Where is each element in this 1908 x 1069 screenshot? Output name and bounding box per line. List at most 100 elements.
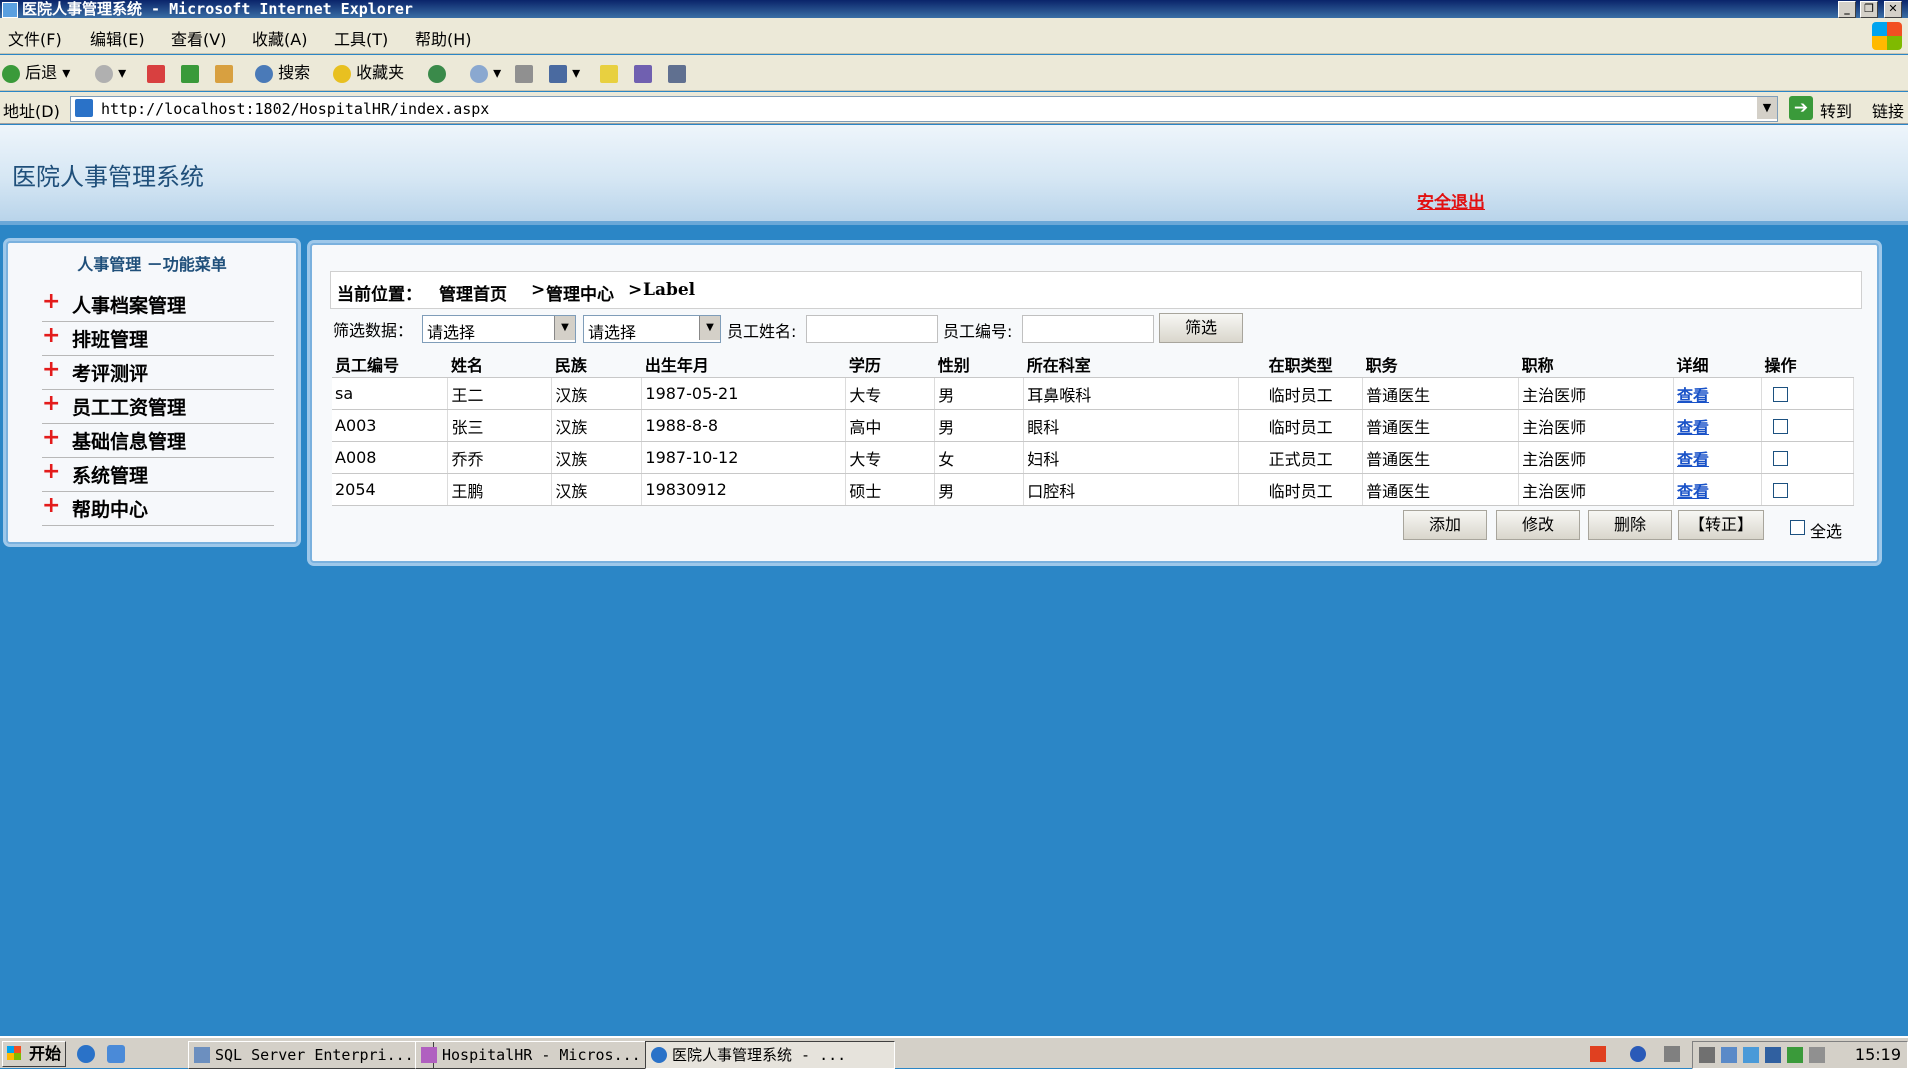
address-input[interactable]: http://localhost:1802/HospitalHR/index.a… [70,96,1778,122]
sidebar-item-evaluation[interactable]: + 考评测评 [42,356,274,390]
discuss-button[interactable] [600,61,618,85]
column-header: 职称 [1518,351,1674,378]
convert-button[interactable]: 【转正】 [1678,510,1764,540]
edit-button[interactable]: 修改 [1496,510,1580,540]
windows-logo-icon [1872,22,1902,50]
plus-icon: + [42,357,61,382]
plus-icon: + [42,459,61,484]
network-icon[interactable] [1664,1046,1680,1062]
cell-name: 王二 [447,377,553,410]
visual-studio-icon [421,1047,437,1063]
menu-help[interactable]: 帮助(H) [415,26,472,50]
tray-speaker-icon[interactable] [1721,1047,1737,1063]
back-button[interactable]: 后退 ▾ [2,61,70,85]
address-dropdown-icon[interactable]: ▼ [1757,97,1777,119]
go-button[interactable]: 转到 [1820,98,1852,122]
menu-bar: 文件(F) 编辑(E) 查看(V) 收藏(A) 工具(T) 帮助(H) [0,18,1908,54]
star-icon [333,64,351,83]
logout-link[interactable]: 安全退出 [1417,188,1485,213]
breadcrumb-center[interactable]: 管理中心 [546,280,614,305]
forward-button[interactable]: ▾ [95,61,126,85]
edit-page-button[interactable]: ▾ [549,61,580,85]
employee-name-input[interactable] [806,315,938,343]
chevron-down-icon: ▼ [699,316,720,340]
plus-icon: + [42,425,61,450]
filter-select-1[interactable]: 请选择 ▼ [422,315,576,343]
view-detail-link[interactable]: 查看 [1677,450,1709,469]
row-checkbox[interactable] [1772,419,1788,434]
view-detail-link[interactable]: 查看 [1677,386,1709,405]
go-arrow-icon[interactable]: ➔ [1789,96,1813,120]
tray-computer-icon[interactable] [1699,1047,1715,1063]
research-button[interactable] [668,61,686,85]
start-button[interactable]: 开始 [2,1041,66,1067]
filter-button[interactable]: 筛选 [1159,313,1243,343]
tray-device-icon[interactable] [1809,1047,1825,1063]
menu-edit[interactable]: 编辑(E) [90,26,145,50]
menu-favorites[interactable]: 收藏(A) [252,26,307,50]
cell-id: A008 [332,441,449,474]
ie-quicklaunch-icon[interactable] [77,1045,95,1063]
sidebar-item-system[interactable]: + 系统管理 [42,458,274,492]
view-detail-link[interactable]: 查看 [1677,418,1709,437]
search-button[interactable]: 搜索 [255,61,310,85]
sidebar-item-salary[interactable]: + 员工工资管理 [42,390,274,424]
restore-button[interactable]: ❐ [1860,1,1878,18]
sidebar-menu: 人事管理 －功能菜单 + 人事档案管理 + 排班管理 + 考评测评 + 员工工资… [6,241,298,544]
cell-department: 耳鼻喉科 [1023,377,1240,410]
task-visual-studio[interactable]: HospitalHR - Micros... [415,1041,665,1069]
tray-network-icon[interactable] [1743,1047,1759,1063]
close-button[interactable]: ✕ [1884,1,1902,18]
sidebar-item-scheduling[interactable]: + 排班管理 [42,322,274,356]
taskbar: 开始 SQL Server Enterpri... HospitalHR - M… [0,1036,1908,1069]
sidebar-item-help[interactable]: + 帮助中心 [42,492,274,526]
add-button[interactable]: 添加 [1403,510,1487,540]
minimize-button[interactable]: _ [1838,1,1856,18]
mail-button[interactable]: ▾ [470,61,501,85]
breadcrumb-home[interactable]: 管理首页 [439,280,507,305]
edit-page-icon [549,64,567,83]
tray-shield-icon[interactable] [1787,1047,1803,1063]
view-detail-link[interactable]: 查看 [1677,482,1709,501]
menu-file[interactable]: 文件(F) [8,26,62,50]
cell-education: 硕士 [845,473,936,506]
mail-icon [470,64,488,83]
table-header-row: 员工编号 姓名 民族 出生年月 学历 性别 所在科室 在职类型 职务 职称 详细… [332,351,1854,378]
windows-flag-icon [7,1046,21,1060]
messenger-button[interactable] [634,61,652,85]
delete-button[interactable]: 删除 [1588,510,1672,540]
refresh-button[interactable] [181,61,199,85]
history-button[interactable] [428,61,446,85]
cell-department: 口腔科 [1023,473,1240,506]
menu-tools[interactable]: 工具(T) [334,26,388,50]
tray-monitor-icon[interactable] [1765,1047,1781,1063]
help-icon[interactable] [1630,1046,1646,1062]
history-icon [428,64,446,83]
employee-id-input[interactable] [1022,315,1154,343]
task-ie-hospital[interactable]: 医院人事管理系统 - ... [645,1041,895,1069]
row-checkbox[interactable] [1772,387,1788,402]
home-button[interactable] [215,61,233,85]
messenger-icon [634,64,652,83]
select-all-checkbox[interactable] [1790,520,1805,535]
menu-view[interactable]: 查看(V) [171,26,226,50]
favorites-button[interactable]: 收藏夹 [333,61,404,85]
input-method-icon[interactable] [1590,1046,1606,1062]
cell-gender: 男 [934,473,1025,506]
cell-ethnicity: 汉族 [551,473,643,506]
sidebar-item-personnel-files[interactable]: + 人事档案管理 [42,288,274,322]
stop-button[interactable] [147,61,165,85]
desktop-quicklaunch-icon[interactable] [107,1045,125,1063]
row-checkbox[interactable] [1772,451,1788,466]
print-button[interactable] [515,61,533,85]
sidebar-item-basic-info[interactable]: + 基础信息管理 [42,424,274,458]
row-checkbox[interactable] [1772,483,1788,498]
links-button[interactable]: 链接 [1872,98,1904,122]
task-sql-server[interactable]: SQL Server Enterpri... [188,1041,434,1069]
cell-type: 正式员工 [1238,441,1364,474]
filter-select-2[interactable]: 请选择 ▼ [583,315,721,343]
column-header: 性别 [934,351,1024,378]
sidebar-item-label: 基础信息管理 [72,431,187,453]
cell-detail: 查看 [1673,377,1762,410]
research-icon [668,64,686,83]
